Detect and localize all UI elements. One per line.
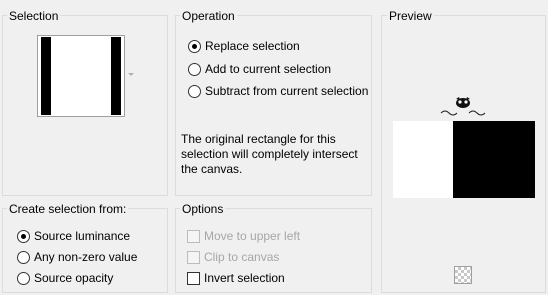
radio-button[interactable] [17,250,30,264]
radio-label: Replace selection [205,39,300,53]
preview-group-title: Preview [387,9,434,23]
preview-image [393,121,535,198]
radio-button[interactable] [188,39,201,53]
radio-button[interactable] [17,271,30,285]
thumbnail-left-bar [41,37,51,115]
radio-label: Any non-zero value [34,250,138,264]
create-selection-from-title: Create selection from: [7,202,129,216]
checkbox-label: Invert selection [204,271,285,285]
radio-label: Source opacity [34,271,114,285]
radio-add-to-selection[interactable]: Add to current selection [188,61,331,77]
selection-thumbnail-dropdown[interactable] [37,35,125,117]
chevron-down-icon[interactable] [128,73,134,76]
operation-group-title: Operation [180,9,237,23]
preview-black-area [453,121,535,198]
thumbnail-right-bar [111,37,121,115]
radio-button[interactable] [188,62,201,76]
radio-subtract-from-selection[interactable]: Subtract from current selection [188,83,368,99]
radio-label: Source luminance [34,229,131,243]
radio-label: Add to current selection [205,62,332,76]
checkbox-clip-to-canvas[interactable]: Clip to canvas [187,249,279,265]
selection-group-title: Selection [7,9,61,23]
checkbox[interactable] [187,229,200,243]
radio-label: Subtract from current selection [205,84,369,98]
transparency-checker-icon[interactable] [454,266,472,284]
radio-button[interactable] [17,229,30,243]
radio-replace-selection[interactable]: Replace selection [188,38,300,54]
checkbox-move-to-upper-left[interactable]: Move to upper left [187,228,300,244]
radio-any-non-zero-value[interactable]: Any non-zero value [17,249,137,265]
radio-source-luminance[interactable]: Source luminance [17,228,130,244]
watermark-logo [440,97,486,116]
checkbox-invert-selection[interactable]: Invert selection [187,270,285,286]
radio-button[interactable] [188,84,201,98]
options-group-title: Options [180,202,226,216]
operation-description: The original rectangle for this selectio… [181,132,358,176]
preview-white-area [393,121,453,198]
checkbox[interactable] [187,271,200,285]
checkbox-label: Clip to canvas [204,250,280,264]
checkbox[interactable] [187,250,200,264]
selection-dialog: Selection Operation Replace selection Ad… [0,0,548,295]
radio-source-opacity[interactable]: Source opacity [17,270,113,286]
checkbox-label: Move to upper left [204,229,301,243]
